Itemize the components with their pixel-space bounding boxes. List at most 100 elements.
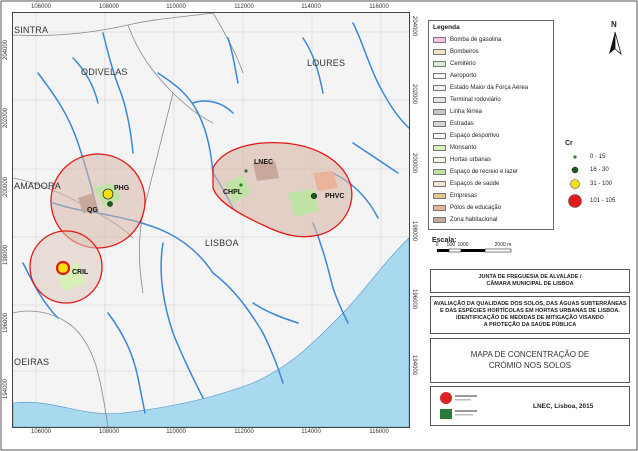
legend-item: Linha férrea <box>433 108 482 116</box>
insa-logo-text-block <box>455 410 477 412</box>
org-line-2: CÂMARA MUNICIPAL DE LISBOA <box>486 281 574 287</box>
cr-class-label: 16 - 30 <box>590 167 609 173</box>
x-tick-top-5: 116000 <box>369 4 389 10</box>
insa-logo-text-block <box>455 414 473 416</box>
cr-class-label: 31 - 100 <box>590 181 613 187</box>
y-tick-right-0: 204000 <box>411 15 417 37</box>
map-canvas <box>13 13 409 427</box>
place-amadora: AMADORA <box>14 181 61 191</box>
cr-class-label: 101 - 105 <box>590 198 616 204</box>
legend-swatch <box>433 109 446 115</box>
scale-label-2000: 2000 m <box>494 242 512 248</box>
legend-item: Terminal rodoviário <box>433 96 501 104</box>
y-tick-left-3: 198000 <box>3 244 9 266</box>
scale-bar <box>437 248 512 253</box>
x-tick-top-1: 108000 <box>98 4 120 10</box>
legend-swatch <box>433 145 446 151</box>
legend-item: Pólos de educação <box>433 204 501 212</box>
legend-item: Estado Maior da Força Aérea <box>433 84 528 92</box>
site-label-cril: CRIL <box>72 269 89 276</box>
scale-label-0: 0 <box>435 242 439 248</box>
legend-item: Espaço desportivo <box>433 132 499 140</box>
cr-class-label: 0 - 15 <box>590 154 606 160</box>
project-line-3: IDENTIFICAÇÃO DE MEDIDAS DE MITIGAÇÃO VI… <box>456 315 604 321</box>
legend-item: Zona habitacional <box>433 216 497 224</box>
y-tick-left-2: 200000 <box>3 176 9 198</box>
map-title-box: MAPA DE CONCENTRAÇÃO DE CRÓMIO NOS SOLOS <box>430 338 630 383</box>
lnec-logo-icon <box>440 392 452 404</box>
marker-cril <box>55 260 71 276</box>
legend-title: Legenda <box>433 24 460 31</box>
x-tick-bottom-0: 106000 <box>30 429 52 435</box>
marker-chpl <box>239 183 243 187</box>
marker-lnec <box>244 169 248 173</box>
y-tick-right-3: 198000 <box>411 220 417 242</box>
y-tick-right-5: 194000 <box>411 354 417 376</box>
place-oeiras: OEIRAS <box>14 357 50 367</box>
insa-logo-icon <box>440 409 452 419</box>
place-odivelas: ODIVELAS <box>81 67 128 77</box>
legend-swatch <box>433 85 446 91</box>
x-tick-bottom-2: 110000 <box>166 429 186 435</box>
place-sintra: SINTRA <box>14 25 49 35</box>
x-tick-top-2: 110000 <box>166 4 186 10</box>
site-label-phvc: PHVC <box>325 193 345 200</box>
cr-symbol-1 <box>571 166 579 174</box>
north-label: N <box>611 20 617 29</box>
credit-text: LNEC, Lisboa, 2015 <box>533 402 594 410</box>
land-use-legend: Legenda Bomba de gasolina Bombeiros Cemi… <box>428 20 554 230</box>
y-tick-left-4: 196000 <box>3 312 9 334</box>
legend-item: Cemitério <box>433 60 476 68</box>
legend-item: Espaço de recreio e lazer <box>433 168 518 176</box>
map-panel[interactable]: SINTRA ODIVELAS LOURES AMADORA LISBOA OE… <box>12 12 410 428</box>
legend-swatch <box>433 181 446 187</box>
legend-item: Monsanto <box>433 144 476 152</box>
y-tick-right-4: 196000 <box>411 288 417 310</box>
cr-symbol-3 <box>568 194 582 208</box>
legend-swatch <box>433 97 446 103</box>
legend-swatch <box>433 193 446 199</box>
cr-legend-title: Cr <box>565 140 573 147</box>
y-tick-left-5: 194000 <box>3 378 9 400</box>
credits-box: LNEC, Lisboa, 2015 <box>430 386 630 426</box>
org-line-1: JUNTA DE FREGUESIA DE ALVALADE / <box>478 274 582 281</box>
marker-phg <box>102 188 114 200</box>
legend-swatch <box>433 217 446 223</box>
legend-swatch <box>433 49 446 55</box>
marker-phvc <box>310 192 318 200</box>
cr-legend-symbols <box>568 155 582 208</box>
x-tick-bottom-3: 112000 <box>234 429 254 435</box>
marker-qg <box>107 201 113 207</box>
project-line-2: E DAS ESPÉCIES HORTÍCOLAS EM HORTAS URBA… <box>440 308 620 315</box>
site-label-lnec: LNEC <box>254 159 274 166</box>
legend-item: Espaços de saúde <box>433 180 499 188</box>
y-tick-right-1: 202000 <box>411 83 417 105</box>
scale-label-500: 500 <box>446 242 456 248</box>
legend-item: Empresas <box>433 192 477 200</box>
site-label-qg: QG <box>87 207 98 214</box>
x-tick-bottom-5: 116000 <box>369 429 389 435</box>
map-title-line-1: MAPA DE CONCENTRAÇÃO DE <box>470 350 590 360</box>
organization-box: JUNTA DE FREGUESIA DE ALVALADE / CÂMARA … <box>430 269 630 293</box>
y-tick-right-2: 200000 <box>411 152 417 174</box>
lnec-logo-text-block <box>455 395 477 397</box>
legend-item: Aeroporto <box>433 72 476 80</box>
place-loures: LOURES <box>307 58 346 68</box>
legend-swatch <box>433 157 446 163</box>
legend-item: Bomba de gasolina <box>433 36 501 44</box>
cr-symbol-2 <box>570 179 580 189</box>
x-tick-top-3: 112000 <box>234 4 254 10</box>
legend-item: Estradas <box>433 120 474 128</box>
y-tick-left-1: 202000 <box>3 107 9 129</box>
scale-label-1000: 1000 <box>457 242 469 248</box>
legend-swatch <box>433 205 446 211</box>
cr-symbol-0 <box>573 155 577 159</box>
lnec-logo-text-block <box>455 399 471 401</box>
y-tick-left-0: 204000 <box>3 39 9 61</box>
legend-swatch <box>433 169 446 175</box>
x-tick-bottom-1: 108000 <box>98 429 120 435</box>
x-tick-top-4: 114000 <box>301 4 321 10</box>
place-lisboa: LISBOA <box>205 238 239 248</box>
x-tick-bottom-4: 114000 <box>301 429 321 435</box>
x-tick-top-0: 106000 <box>30 4 52 10</box>
